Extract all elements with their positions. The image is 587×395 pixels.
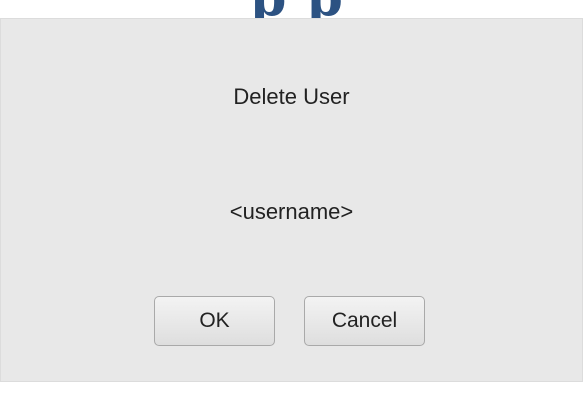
cancel-button[interactable]: Cancel <box>304 296 425 346</box>
dialog-title: Delete User <box>233 84 350 109</box>
page-heading-fragment: p p <box>250 0 410 18</box>
ok-button[interactable]: OK <box>154 296 275 346</box>
username-placeholder: <username> <box>229 199 354 224</box>
delete-user-dialog: Delete User <username> OK Cancel <box>0 18 583 382</box>
